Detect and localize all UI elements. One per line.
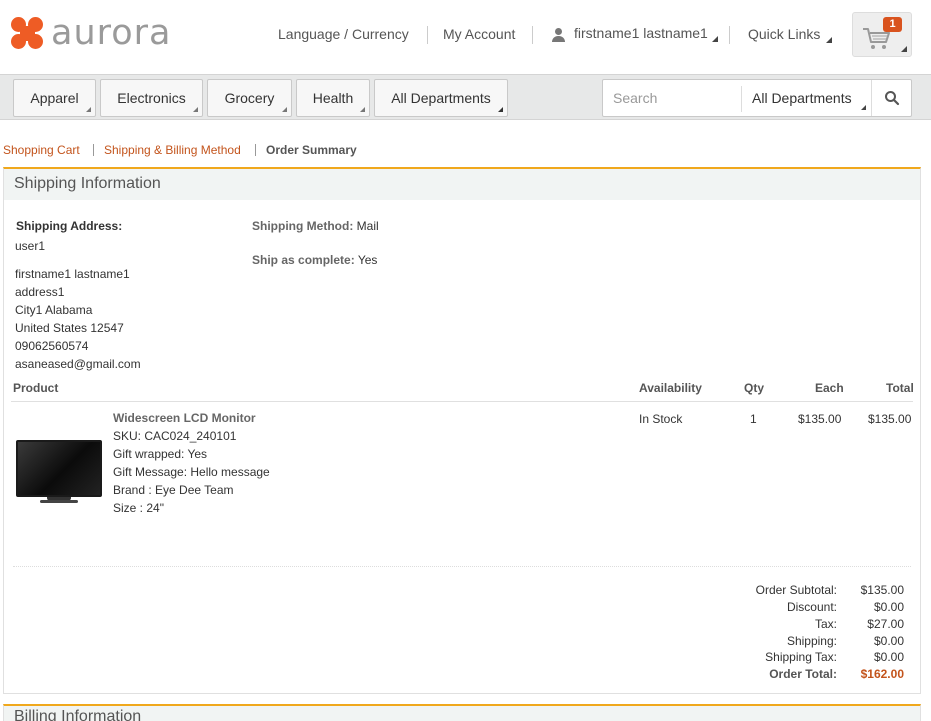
tax-value: $27.00 bbox=[867, 617, 904, 631]
cart-arrow-icon bbox=[901, 46, 907, 52]
shipping-address-label: Shipping Address: bbox=[16, 219, 123, 233]
divider bbox=[13, 566, 911, 567]
order-subtotal-value: $135.00 bbox=[860, 583, 904, 597]
dept-label: Health bbox=[312, 90, 354, 106]
search-icon bbox=[885, 91, 900, 106]
search-bar: Search All Departments bbox=[602, 79, 912, 117]
breadcrumb-shopping-cart[interactable]: Shopping Cart bbox=[3, 143, 80, 157]
divider bbox=[255, 144, 256, 156]
divider bbox=[93, 144, 94, 156]
dept-label: Grocery bbox=[224, 90, 275, 106]
address-line: firstname1 lastname1 bbox=[15, 267, 130, 281]
search-button[interactable] bbox=[871, 80, 911, 116]
shipping-tax-value: $0.00 bbox=[873, 650, 904, 664]
breadcrumb-order-summary: Order Summary bbox=[266, 143, 357, 157]
product-detail: Brand : Eye Dee Team bbox=[113, 483, 234, 497]
dept-all-departments[interactable]: All Departments bbox=[374, 79, 508, 117]
address-line: City1 Alabama bbox=[15, 303, 93, 317]
column-header-product: Product bbox=[13, 381, 59, 395]
product-detail: SKU: CAC024_240101 bbox=[113, 429, 237, 443]
divider bbox=[532, 26, 533, 44]
address-line: 09062560574 bbox=[15, 339, 89, 353]
discount-value: $0.00 bbox=[873, 600, 904, 614]
logo-text: aurora bbox=[51, 13, 172, 53]
dept-arrow-icon bbox=[498, 107, 503, 112]
address-nickname: user1 bbox=[15, 239, 46, 253]
aurora-logo[interactable]: aurora bbox=[11, 13, 172, 53]
dept-grocery[interactable]: Grocery bbox=[207, 79, 292, 117]
tax-label: Tax: bbox=[814, 617, 837, 631]
panel-title: Billing Information bbox=[4, 706, 920, 721]
search-input[interactable]: Search bbox=[613, 90, 657, 106]
divider bbox=[729, 26, 730, 44]
dept-electronics[interactable]: Electronics bbox=[100, 79, 203, 117]
column-header-qty: Qty bbox=[744, 381, 765, 395]
product-image[interactable] bbox=[16, 440, 102, 504]
product-name-link[interactable]: Widescreen LCD Monitor bbox=[113, 411, 256, 425]
order-total-value: $162.00 bbox=[860, 667, 904, 681]
order-total-label: Order Total: bbox=[769, 667, 837, 681]
shipping-value: $0.00 bbox=[873, 634, 904, 648]
dept-label: Electronics bbox=[117, 90, 186, 106]
qty-value: 1 bbox=[750, 412, 757, 426]
address-line: address1 bbox=[15, 285, 65, 299]
product-detail: Gift Message: Hello message bbox=[113, 465, 270, 479]
dept-arrow-icon bbox=[282, 107, 287, 112]
user-menu-arrow-icon bbox=[712, 36, 718, 42]
my-account-link[interactable]: My Account bbox=[443, 26, 515, 42]
dept-health[interactable]: Health bbox=[296, 79, 370, 117]
panel-title: Shipping Information bbox=[4, 169, 920, 200]
column-header-total: Total bbox=[886, 381, 914, 395]
user-icon bbox=[552, 28, 565, 42]
logo-mark-icon bbox=[11, 17, 44, 50]
dept-arrow-icon bbox=[193, 107, 198, 112]
product-detail: Size : 24" bbox=[113, 501, 164, 515]
billing-information-panel: Billing Information bbox=[3, 704, 921, 721]
dept-label: Apparel bbox=[30, 90, 79, 106]
quick-links-arrow-icon bbox=[826, 37, 832, 43]
site-header: aurora Language / Currency My Account fi… bbox=[0, 0, 931, 74]
dept-arrow-icon bbox=[86, 107, 91, 112]
column-header-each: Each bbox=[815, 381, 844, 395]
ship-as-complete: Ship as complete: Yes bbox=[252, 253, 377, 267]
shipping-tax-label: Shipping Tax: bbox=[765, 650, 837, 664]
shipping-label: Shipping: bbox=[786, 634, 837, 648]
shipping-method-value: Mail bbox=[356, 219, 379, 233]
cart-count-badge: 1 bbox=[883, 17, 902, 32]
search-department-arrow-icon bbox=[861, 105, 866, 110]
user-menu-link[interactable]: firstname1 lastname1 bbox=[574, 25, 708, 41]
language-currency-link[interactable]: Language / Currency bbox=[278, 26, 409, 42]
dept-arrow-icon bbox=[360, 107, 365, 112]
dept-label: All Departments bbox=[391, 90, 491, 106]
breadcrumb-shipping-billing[interactable]: Shipping & Billing Method bbox=[104, 143, 241, 157]
mini-cart-button[interactable]: 1 bbox=[852, 12, 912, 57]
ship-as-complete-value: Yes bbox=[357, 253, 378, 267]
department-nav: Apparel Electronics Grocery Health All D… bbox=[0, 74, 931, 120]
order-subtotal-label: Order Subtotal: bbox=[755, 583, 837, 597]
availability-value: In Stock bbox=[639, 412, 683, 426]
dept-apparel[interactable]: Apparel bbox=[13, 79, 96, 117]
address-line: United States 12547 bbox=[15, 321, 124, 335]
divider bbox=[741, 86, 742, 112]
product-detail: Gift wrapped: Yes bbox=[113, 447, 208, 461]
shipping-method: Shipping Method: Mail bbox=[252, 219, 379, 233]
divider bbox=[427, 26, 428, 44]
ship-as-complete-label: Ship as complete: bbox=[252, 253, 355, 267]
address-line: asaneased@gmail.com bbox=[15, 357, 141, 371]
each-price-value: $135.00 bbox=[798, 412, 842, 426]
discount-label: Discount: bbox=[786, 600, 837, 614]
search-department-select[interactable]: All Departments bbox=[752, 90, 852, 106]
column-header-availability: Availability bbox=[639, 381, 702, 395]
total-price-value: $135.00 bbox=[868, 412, 912, 426]
divider bbox=[11, 401, 913, 402]
shipping-method-label: Shipping Method: bbox=[252, 219, 354, 233]
quick-links-menu[interactable]: Quick Links bbox=[748, 26, 820, 42]
